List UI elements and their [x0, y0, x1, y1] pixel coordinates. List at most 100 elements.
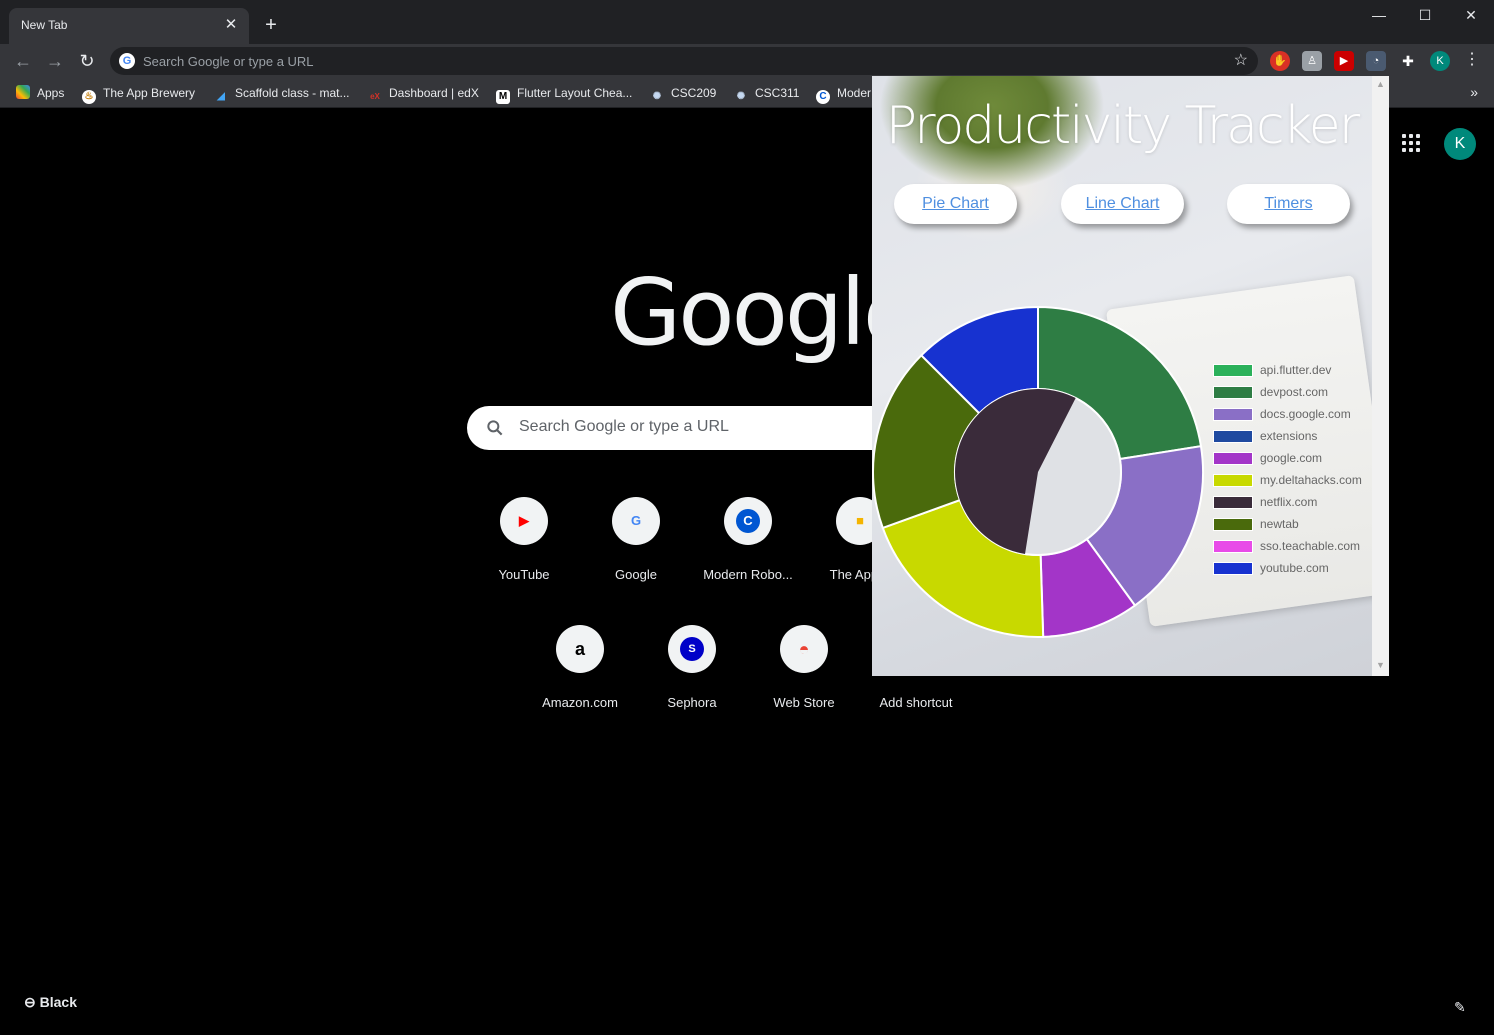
coursera-icon: C — [736, 509, 760, 533]
productivity-tracker-extension-icon[interactable]: ◔ — [1366, 51, 1386, 71]
shortcut-icon-circle: ▶ — [500, 497, 548, 545]
uoft-icon: ✺ — [736, 91, 746, 102]
legend-label: sso.teachable.com — [1260, 539, 1361, 553]
tab-new-tab[interactable]: New Tab ✕ — [9, 8, 249, 44]
shortcut-label: Web Store — [773, 695, 835, 710]
uoft-icon: ✺ — [652, 91, 662, 102]
google-logo: Google — [610, 259, 919, 366]
app-brewery-icon: ■ — [856, 513, 864, 528]
link-icon: ⊖ — [24, 994, 40, 1010]
shortcut-amazon[interactable]: a Amazon.com — [524, 625, 636, 737]
shortcut-web-store[interactable]: ◓ Web Store — [748, 625, 860, 737]
bookmark-modern[interactable]: C Moder — [816, 85, 871, 104]
search-icon — [487, 420, 503, 436]
sephora-icon: S — [680, 637, 704, 661]
address-bar[interactable]: G Search Google or type a URL ☆ — [110, 47, 1258, 75]
productivity-tracker-popup: ▲ ▼ Productivity Tracker Pie Chart Line … — [872, 76, 1389, 676]
close-tab-icon[interactable]: ✕ — [221, 15, 241, 35]
shortcut-label: Add shortcut — [879, 695, 953, 710]
shortcut-label: Google — [615, 567, 657, 582]
legend-swatch — [1213, 496, 1253, 509]
legend-swatch — [1213, 474, 1253, 487]
shortcut-label: Amazon.com — [542, 695, 618, 710]
edx-icon: eX — [370, 92, 380, 101]
legend-label: extensions — [1260, 429, 1318, 443]
address-bar-placeholder: Search Google or type a URL — [143, 54, 314, 69]
line-chart-button[interactable]: Line Chart — [1061, 184, 1184, 224]
video-extension-icon[interactable]: ▶ — [1334, 51, 1354, 71]
tab-title: New Tab — [21, 18, 68, 32]
forward-button[interactable]: → — [43, 49, 67, 73]
legend-swatch — [1213, 386, 1253, 399]
legend-label: api.flutter.dev — [1260, 363, 1332, 377]
back-button[interactable]: ← — [11, 49, 35, 73]
shortcut-sephora[interactable]: S Sephora — [636, 625, 748, 737]
bookmark-app-brewery[interactable]: ♨ The App Brewery — [82, 85, 195, 104]
legend-label: google.com — [1260, 451, 1323, 465]
legend-label: my.deltahacks.com — [1260, 473, 1362, 487]
bookmark-apps[interactable]: Apps — [16, 85, 64, 103]
puzzle-extensions-icon[interactable]: ✚ — [1398, 51, 1418, 71]
google-icon: G — [630, 513, 642, 528]
google-icon: G — [119, 53, 135, 69]
legend-swatch — [1213, 364, 1253, 377]
title-bar: New Tab ✕ + — ☐ ✕ — [0, 0, 1494, 44]
shortcut-google[interactable]: G Google — [580, 497, 692, 609]
maximize-button[interactable]: ☐ — [1402, 0, 1448, 30]
toolbar: ← → ↻ G Search Google or type a URL ☆ ✋ … — [0, 44, 1494, 78]
popup-scrollbar[interactable]: ▲ ▼ — [1372, 76, 1389, 676]
usage-donut-chart — [872, 305, 1204, 638]
bookmark-csc209[interactable]: ✺ CSC209 — [650, 85, 717, 103]
shortcut-icon-circle: C — [724, 497, 772, 545]
pie-chart-button[interactable]: Pie Chart — [894, 184, 1017, 224]
timers-button[interactable]: Timers — [1227, 184, 1350, 224]
legend-label: devpost.com — [1260, 385, 1329, 399]
profile-avatar[interactable]: K — [1430, 51, 1450, 71]
search-placeholder: Search Google or type a URL — [519, 418, 729, 435]
shortcut-icon-circle: S — [668, 625, 716, 673]
scroll-up-arrow-icon[interactable]: ▲ — [1376, 79, 1385, 89]
flutter-icon: ◢ — [217, 91, 225, 102]
shortcut-icon-circle: G — [612, 497, 660, 545]
bookmark-scaffold-class[interactable]: ◢ Scaffold class - mat... — [214, 85, 349, 103]
app-brewery-icon: ♨ — [82, 90, 96, 104]
star-icon[interactable]: ☆ — [1234, 50, 1248, 70]
shortcut-label: YouTube — [498, 567, 550, 582]
bookmark-edx[interactable]: eX Dashboard | edX — [368, 85, 479, 103]
legend-swatch — [1213, 430, 1253, 443]
bookmarks-overflow-button[interactable]: » — [1470, 84, 1478, 100]
legend-label: docs.google.com — [1260, 407, 1351, 421]
scroll-down-arrow-icon[interactable]: ▼ — [1376, 660, 1385, 670]
person-extension-icon[interactable]: ♙ — [1302, 51, 1322, 71]
youtube-icon: ▶ — [519, 513, 529, 528]
pencil-icon[interactable]: ✎ — [1454, 999, 1466, 1016]
minimize-button[interactable]: — — [1356, 0, 1402, 30]
bookmark-flutter-layout[interactable]: M Flutter Layout Chea... — [496, 85, 632, 104]
coursera-icon: C — [816, 90, 830, 104]
more-menu-icon[interactable]: ⋮ — [1464, 49, 1480, 69]
legend-label: netflix.com — [1260, 495, 1318, 509]
shortcut-modern-robotics[interactable]: C Modern Robo... — [692, 497, 804, 609]
shortcut-label: Sephora — [667, 695, 717, 710]
popup-title: Productivity Tracker — [885, 96, 1360, 156]
new-tab-button[interactable]: + — [260, 14, 282, 36]
apps-grid-icon — [16, 85, 30, 99]
bookmark-csc311[interactable]: ✺ CSC311 — [734, 85, 800, 103]
legend-label: newtab — [1260, 517, 1299, 531]
medium-icon: M — [496, 90, 510, 104]
shortcut-icon-circle: a — [556, 625, 604, 673]
reload-button[interactable]: ↻ — [75, 49, 99, 73]
google-apps-icon[interactable] — [1402, 134, 1422, 154]
account-avatar[interactable]: K — [1444, 128, 1476, 160]
legend-swatch — [1213, 562, 1253, 575]
hand-stop-extension-icon[interactable]: ✋ — [1270, 51, 1290, 71]
close-window-button[interactable]: ✕ — [1448, 0, 1494, 30]
web-store-icon: ◓ — [798, 639, 810, 659]
shortcut-youtube[interactable]: ▶ YouTube — [468, 497, 580, 609]
legend-label: youtube.com — [1260, 561, 1329, 575]
customize-theme-link[interactable]: ⊖ Black — [24, 994, 77, 1011]
amazon-icon: a — [574, 639, 585, 659]
shortcut-icon-circle: ◓ — [780, 625, 828, 673]
legend-swatch — [1213, 452, 1253, 465]
legend-swatch — [1213, 408, 1253, 421]
